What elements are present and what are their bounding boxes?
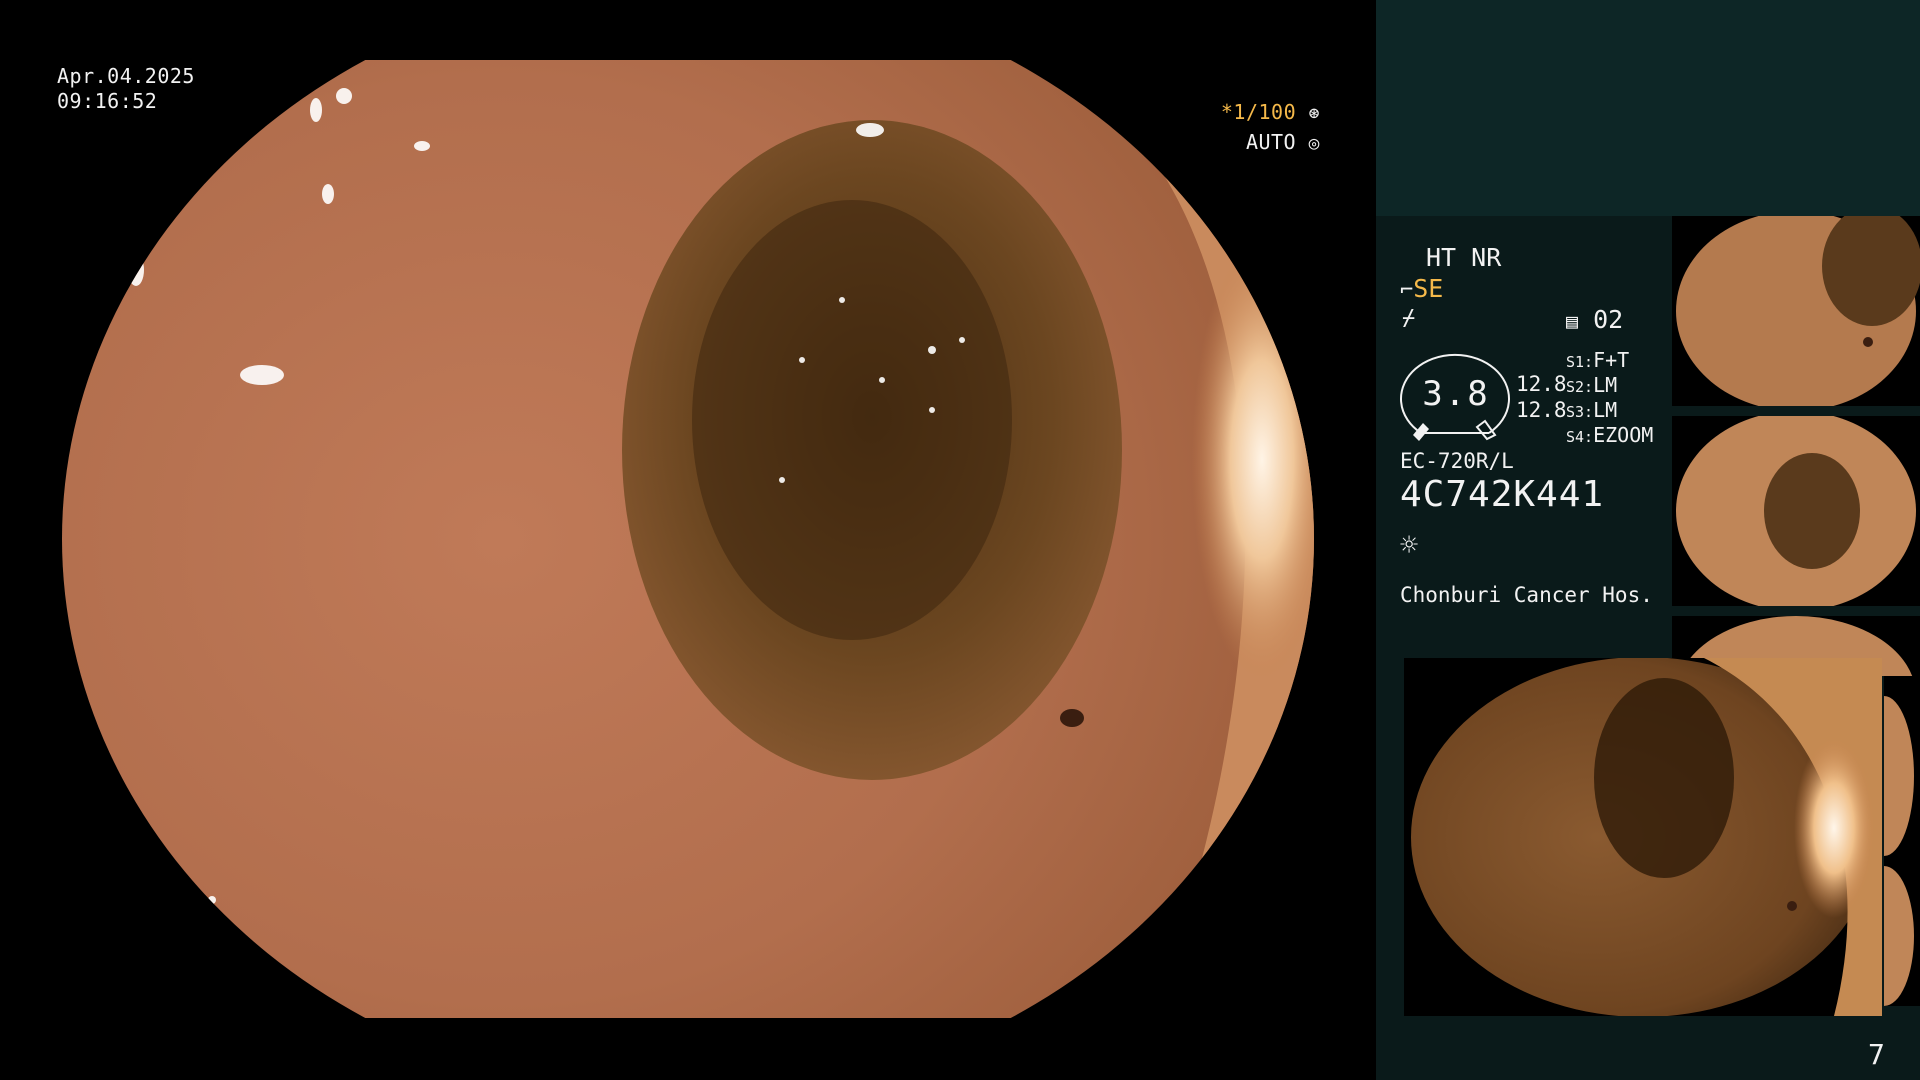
scope-model: EC-720R/L	[1400, 449, 1514, 473]
gauge-value: 3.8	[1422, 374, 1490, 414]
iris-mode: AUTO	[1245, 130, 1297, 154]
se-label: SE	[1413, 274, 1444, 303]
scope-serial: 4C742K441	[1400, 474, 1605, 515]
switch-s4: S4:EZOOM	[1566, 423, 1653, 447]
panel-header-block	[1376, 0, 1920, 216]
switch-key: S4:	[1566, 428, 1594, 446]
thumbnail-image	[1884, 676, 1920, 1006]
exam-date: Apr.04.2025	[57, 64, 195, 88]
endoscopy-display: Apr.04.2025 09:16:52 *1/100 ⊛ AUTO ◎ HT …	[0, 0, 1920, 1080]
switch-value: EZOOM	[1593, 423, 1654, 447]
datetime-overlay: Apr.04.2025 09:16:52	[57, 64, 195, 114]
gauge-upper-value: 12.8	[1516, 372, 1567, 396]
light-source-icon: ☼	[1400, 528, 1419, 563]
switch-s3: S3:LM	[1566, 398, 1617, 422]
switch-value: LM	[1593, 373, 1618, 397]
capture-thumbnail[interactable]	[1672, 416, 1920, 606]
preview-image	[1404, 658, 1882, 1016]
capture-counter: ▤ 02	[1566, 305, 1623, 334]
exam-time: 09:16:52	[57, 89, 158, 113]
gauge-lower-value: 12.8	[1516, 398, 1567, 422]
main-endoscope-view	[0, 60, 1376, 1018]
capture-count: 02	[1593, 305, 1624, 334]
auto-iris-icon: ◎	[1308, 133, 1320, 154]
thumbnail-image	[1672, 216, 1920, 406]
switch-s1: S1:F+T	[1566, 348, 1629, 372]
capture-memory-icon: ▤	[1566, 309, 1579, 333]
structure-enhance-row: ⌐SE	[1400, 274, 1443, 303]
switch-value: F+T	[1593, 348, 1630, 372]
switch-value: LM	[1593, 398, 1618, 422]
shutter-overlay: *1/100 ⊛ AUTO ◎	[1221, 98, 1320, 158]
structure-enhance-icon: ⌐	[1400, 278, 1414, 303]
capture-thumbnail[interactable]	[1672, 216, 1920, 406]
mode-line: HT NR	[1426, 243, 1502, 272]
thumbnail-image	[1672, 416, 1920, 606]
colon-lumen-image	[62, 60, 1314, 1018]
color-tone-icon: ⌿	[1402, 306, 1416, 331]
page-number: 7	[1868, 1038, 1885, 1071]
capture-thumbnail[interactable]	[1884, 676, 1920, 1006]
selected-image-preview[interactable]	[1404, 658, 1882, 1016]
switch-key: S2:	[1566, 378, 1594, 396]
switch-key: S3:	[1566, 403, 1594, 421]
switch-s2: S2:LM	[1566, 373, 1617, 397]
shutter-speed: *1/100	[1220, 100, 1297, 124]
aperture-icon: ⊛	[1308, 103, 1320, 124]
switch-key: S1:	[1566, 353, 1594, 371]
hospital-name: Chonburi Cancer Hos.	[1400, 583, 1653, 607]
